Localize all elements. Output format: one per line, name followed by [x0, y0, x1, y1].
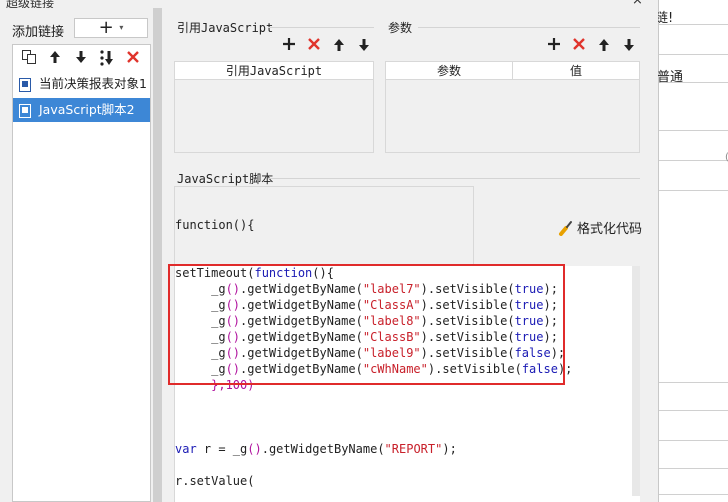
- report-icon: [19, 77, 31, 92]
- format-code-button[interactable]: 格式化代码: [558, 218, 642, 240]
- section-divider: [268, 27, 374, 28]
- background-field: [659, 34, 728, 55]
- link-list-item-label: JavaScript脚本2: [39, 102, 135, 117]
- background-field: 链!: [655, 4, 728, 26]
- move-down-param-icon[interactable]: [620, 37, 638, 55]
- link-list-item-label: 当前决策报表对象1: [39, 76, 147, 91]
- background-field: [659, 140, 728, 161]
- delete-icon[interactable]: [123, 49, 143, 69]
- section-divider: [268, 178, 640, 179]
- ref-js-section-title: 引用JavaScript: [177, 21, 274, 35]
- params-table: 参数 值: [385, 61, 640, 153]
- close-icon[interactable]: ×: [632, 0, 643, 8]
- code-line: r.setValue(: [175, 473, 254, 489]
- editor-scrollbar[interactable]: [632, 266, 640, 496]
- value-column-header: 值: [513, 62, 639, 80]
- background-field: [659, 390, 728, 411]
- function-header: function(){: [175, 218, 255, 232]
- background-field: 普通: [657, 62, 728, 85]
- add-param-icon[interactable]: [545, 37, 563, 55]
- param-column-header: 参数: [386, 62, 513, 80]
- delete-param-icon[interactable]: [570, 37, 588, 55]
- link-list-item-selected[interactable]: JavaScript脚本2: [13, 98, 150, 122]
- move-up-ref-js-icon[interactable]: [330, 37, 348, 55]
- highlight-annotation-box: [168, 264, 565, 385]
- chevron-down-icon: ▾: [119, 23, 124, 32]
- code-token: );: [442, 442, 457, 456]
- ref-js-table: 引用JavaScript: [174, 61, 374, 153]
- section-divider: [418, 27, 640, 28]
- add-link-button[interactable]: + ▾: [74, 18, 148, 38]
- code-line: var r = _g().getWidgetByName("REPORT");: [175, 441, 457, 457]
- background-field: [659, 448, 728, 469]
- move-up-param-icon[interactable]: [595, 37, 613, 55]
- background-text-normal: 普通: [657, 70, 684, 85]
- params-section-title: 参数: [388, 21, 413, 35]
- script-section-title: JavaScript脚本: [177, 172, 274, 186]
- ref-js-column-header: 引用JavaScript: [175, 62, 373, 80]
- move-bottom-icon[interactable]: [97, 49, 117, 69]
- link-list-item[interactable]: 当前决策报表对象1: [13, 72, 150, 96]
- brush-icon: [558, 220, 574, 240]
- add-ref-js-icon[interactable]: [280, 37, 298, 55]
- background-app-panel: 链! 普通 (: [655, 0, 728, 502]
- move-down-ref-js-icon[interactable]: [355, 37, 373, 55]
- background-field: [659, 420, 728, 441]
- move-down-icon[interactable]: [71, 49, 91, 69]
- move-up-icon[interactable]: [45, 49, 65, 69]
- plus-icon: +: [98, 17, 114, 38]
- background-field: [659, 110, 728, 131]
- code-token: r.setValue(: [175, 474, 255, 488]
- code-token: (): [247, 442, 262, 456]
- format-code-label: 格式化代码: [577, 222, 643, 237]
- copy-icon[interactable]: [19, 49, 39, 69]
- delete-ref-js-icon[interactable]: [305, 37, 323, 55]
- script-icon: [19, 103, 31, 118]
- pane-splitter[interactable]: [153, 8, 162, 502]
- background-field: [659, 474, 728, 495]
- background-field: [659, 362, 728, 383]
- add-link-label: 添加链接: [12, 25, 65, 40]
- code-token: r = _g: [196, 442, 248, 456]
- link-list: 当前决策报表对象1 JavaScript脚本2: [12, 44, 151, 502]
- background-field: [659, 170, 728, 191]
- code-token: .getWidgetByName(: [261, 442, 385, 456]
- code-token: "REPORT": [384, 442, 443, 456]
- code-token: var: [175, 442, 197, 456]
